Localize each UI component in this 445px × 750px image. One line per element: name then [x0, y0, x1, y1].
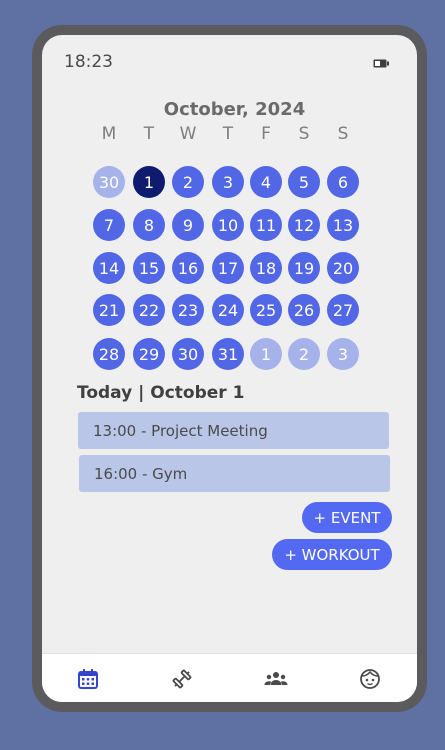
- status-time: 18:23: [64, 52, 113, 72]
- calendar-day[interactable]: 23: [172, 294, 204, 326]
- calendar-day[interactable]: 3: [327, 338, 359, 370]
- weekday-label: T: [143, 124, 155, 144]
- calendar-month-title: October, 2024: [163, 99, 306, 120]
- event-item[interactable]: 13:00 - Project Meeting: [78, 412, 389, 449]
- calendar-day[interactable]: 21: [93, 294, 125, 326]
- calendar-day[interactable]: 14: [93, 252, 125, 284]
- weekday-label: S: [298, 124, 310, 144]
- calendar-day[interactable]: 12: [288, 209, 320, 241]
- calendar-day[interactable]: 15: [133, 252, 165, 284]
- event-item[interactable]: 16:00 - Gym: [79, 455, 390, 492]
- calendar-day[interactable]: 3: [212, 166, 244, 198]
- calendar-day[interactable]: 19: [288, 252, 320, 284]
- calendar-day[interactable]: 17: [212, 252, 244, 284]
- calendar-day[interactable]: 24: [212, 294, 244, 326]
- weekday-label: W: [179, 124, 197, 144]
- calendar-day[interactable]: 6: [327, 166, 359, 198]
- calendar-day[interactable]: 11: [250, 209, 282, 241]
- add-event-button[interactable]: + EVENT: [302, 502, 392, 533]
- calendar-day[interactable]: 4: [250, 166, 282, 198]
- calendar-day[interactable]: 10: [212, 209, 244, 241]
- calendar-day[interactable]: 29: [133, 338, 165, 370]
- calendar-day[interactable]: 22: [133, 294, 165, 326]
- calendar-day[interactable]: 28: [93, 338, 125, 370]
- calendar-icon[interactable]: [76, 667, 100, 691]
- calendar-day[interactable]: 5: [288, 166, 320, 198]
- calendar-day[interactable]: 13: [327, 209, 359, 241]
- calendar-day[interactable]: 31: [212, 338, 244, 370]
- dumbbell-icon[interactable]: [170, 667, 194, 691]
- calendar-day[interactable]: 7: [93, 209, 125, 241]
- face-icon[interactable]: [358, 667, 382, 691]
- calendar-day[interactable]: 27: [327, 294, 359, 326]
- calendar-day[interactable]: 30: [172, 338, 204, 370]
- calendar-day[interactable]: 2: [172, 166, 204, 198]
- calendar-day-selected[interactable]: 1: [133, 166, 165, 198]
- bottom-navigation: [42, 653, 417, 702]
- weekday-label: T: [222, 124, 234, 144]
- weekday-label: F: [261, 124, 271, 144]
- calendar-day[interactable]: 26: [288, 294, 320, 326]
- weekday-label: S: [337, 124, 349, 144]
- calendar-day[interactable]: 9: [172, 209, 204, 241]
- weekday-label: M: [101, 124, 117, 144]
- phone-frame: 18:23 October, 2024 MTWTFSS 30 1 2 3 4 5 6 7 8 9 1…: [32, 25, 427, 712]
- calendar-day[interactable]: 2: [288, 338, 320, 370]
- agenda-heading: Today | October 1: [77, 383, 245, 403]
- group-icon[interactable]: [264, 667, 288, 691]
- calendar-day[interactable]: 20: [327, 252, 359, 284]
- calendar-day[interactable]: 25: [250, 294, 282, 326]
- calendar-day[interactable]: 1: [250, 338, 282, 370]
- calendar-day[interactable]: 30: [93, 166, 125, 198]
- add-workout-button[interactable]: + WORKOUT: [272, 539, 392, 570]
- app-screen: 18:23 October, 2024 MTWTFSS 30 1 2 3 4 5 6 7 8 9 1…: [42, 35, 417, 702]
- calendar-day[interactable]: 8: [133, 209, 165, 241]
- calendar-day[interactable]: 18: [250, 252, 282, 284]
- battery-icon: [373, 59, 389, 68]
- calendar-day[interactable]: 16: [172, 252, 204, 284]
